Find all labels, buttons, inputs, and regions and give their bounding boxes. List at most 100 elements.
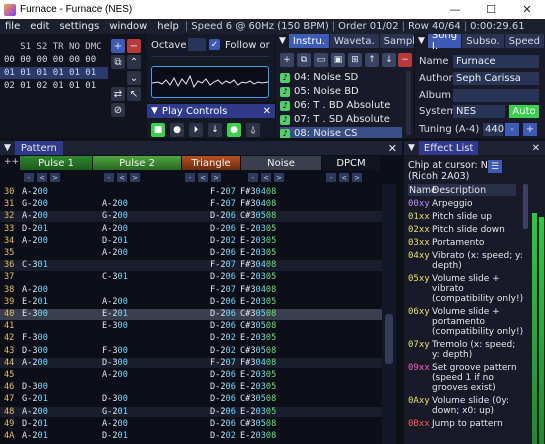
- pattern-cell[interactable]: G-200: [102, 211, 128, 222]
- pattern-row[interactable]: 37 C-301 D-206 E-20305: [0, 272, 382, 283]
- fewer-effects-button[interactable]: <: [198, 173, 208, 182]
- pattern-cell[interactable]: D-202: [210, 333, 236, 344]
- pattern-cell[interactable]: G-201: [102, 407, 128, 418]
- pattern-cell[interactable]: F#30408: [240, 358, 276, 369]
- pattern-cell[interactable]: E-20305: [240, 407, 276, 418]
- tab-samples[interactable]: Sampl.: [379, 34, 414, 48]
- order-cursor-icon[interactable]: ↖: [127, 87, 141, 101]
- pattern-cell[interactable]: A-200: [22, 211, 48, 222]
- collapse-channel-button[interactable]: -: [185, 173, 195, 182]
- step-one-row-icon[interactable]: ⏵: [189, 123, 203, 137]
- pattern-cell[interactable]: D-202: [210, 431, 236, 442]
- pattern-cell[interactable]: A-200: [22, 187, 48, 198]
- collapse-channel-button[interactable]: -: [104, 173, 114, 182]
- save-instrument-icon[interactable]: ▣: [331, 53, 345, 67]
- instrument-scrollbar[interactable]: [406, 71, 411, 135]
- octave-input[interactable]: [188, 38, 206, 51]
- pattern-row[interactable]: 4A A-201 D-201 D-202 E-20308: [0, 431, 382, 442]
- channel-header-pulse1[interactable]: Pulse 1: [20, 156, 92, 170]
- move-order-down-icon[interactable]: ⌄: [127, 71, 141, 85]
- move-instrument-down-icon[interactable]: ↓: [382, 53, 396, 67]
- system-field[interactable]: NES: [453, 105, 505, 118]
- pattern-cell[interactable]: E-201: [102, 309, 128, 320]
- instrument-item[interactable]: ♪ 08: Noise CS: [280, 127, 402, 138]
- pattern-cell[interactable]: D-201: [22, 419, 48, 430]
- shuffle-order-icon[interactable]: ⇄: [111, 87, 125, 101]
- effect-list-scrollbar[interactable]: [523, 184, 528, 229]
- channel-header-noise[interactable]: Noise: [241, 156, 321, 170]
- channel-header-triangle[interactable]: Triangle: [182, 156, 240, 170]
- pattern-cell[interactable]: F-207: [210, 285, 236, 296]
- close-pattern-button[interactable]: ✕: [388, 142, 402, 155]
- pattern-row[interactable]: 41 E-300 D-206 C#30508: [0, 321, 382, 332]
- pattern-cell[interactable]: D-300: [22, 346, 48, 357]
- channel-header-pulse2[interactable]: Pulse 2: [93, 156, 181, 170]
- remove-order-button[interactable]: −: [127, 39, 141, 53]
- pattern-scrollbar[interactable]: [382, 184, 396, 444]
- pattern-cell[interactable]: D-300: [22, 382, 48, 393]
- pattern-cell[interactable]: A-200: [22, 358, 48, 369]
- pattern-cell[interactable]: E-20305: [240, 224, 276, 235]
- song-name-field[interactable]: Furnace: [453, 55, 539, 68]
- instrument-tree-icon[interactable]: ⊞: [348, 53, 362, 67]
- menu-file[interactable]: file: [0, 21, 25, 32]
- pattern-cell[interactable]: D-206: [210, 394, 236, 405]
- order-row[interactable]: 00 00 00 00 00 00: [0, 54, 108, 66]
- pattern-cell[interactable]: E-20308: [240, 431, 276, 442]
- pattern-row[interactable]: 39 E-201 A-200 D-206 E-20305: [0, 297, 382, 308]
- pattern-row[interactable]: 42 F-300 D-202 E-20305: [0, 333, 382, 344]
- pattern-cell[interactable]: D-206: [210, 297, 236, 308]
- order-edit-mode-icon[interactable]: ⊘: [111, 103, 125, 117]
- pattern-cell[interactable]: E-20305: [240, 382, 276, 393]
- pattern-cell[interactable]: A-200: [22, 407, 48, 418]
- pattern-cell[interactable]: D-300: [102, 394, 128, 405]
- collapse-arrow-icon[interactable]: ▼: [276, 34, 289, 48]
- pattern-cell[interactable]: A-200: [102, 370, 128, 381]
- pattern-cell[interactable]: F-300: [102, 346, 128, 357]
- pattern-cell[interactable]: D-201: [102, 431, 128, 442]
- fewer-effects-button[interactable]: <: [37, 173, 47, 182]
- pattern-row[interactable]: 36 C-301 F-207 F#30408: [0, 260, 382, 271]
- collapse-channel-button[interactable]: -: [24, 173, 34, 182]
- pattern-cell[interactable]: A-200: [22, 236, 48, 247]
- pattern-cell[interactable]: D-300: [102, 358, 128, 369]
- pattern-row[interactable]: 47 G-201 D-300 D-206 C#30508: [0, 394, 382, 405]
- pattern-cell[interactable]: C#30508: [240, 419, 276, 430]
- collapse-channel-button[interactable]: -: [326, 173, 336, 182]
- tab-wavetables[interactable]: Waveta.: [329, 34, 379, 48]
- pattern-cell[interactable]: D-202: [210, 236, 236, 247]
- pattern-cell[interactable]: C-301: [102, 272, 128, 283]
- pattern-cell[interactable]: F#30408: [240, 260, 276, 271]
- metronome-icon[interactable]: ⍙: [246, 123, 260, 137]
- collapse-arrow-icon[interactable]: ▼: [404, 143, 419, 153]
- instrument-item[interactable]: ♪ 07: T . SD Absolute: [280, 113, 402, 126]
- pattern-row[interactable]: 31 G-200 A-200 F-207 F#30408: [0, 199, 382, 210]
- pattern-cell[interactable]: D-206: [210, 370, 236, 381]
- pattern-cell[interactable]: A-201: [22, 431, 48, 442]
- pattern-row[interactable]: 46 D-300 D-206 E-20305: [0, 382, 382, 393]
- tuning-input[interactable]: 440: [483, 123, 504, 136]
- pattern-cell[interactable]: E-20305: [240, 236, 276, 247]
- pattern-row[interactable]: 30 A-200 F-207 F#30408: [0, 187, 382, 198]
- pattern-cell[interactable]: A-200: [102, 248, 128, 259]
- tab-instruments[interactable]: Instru.: [288, 34, 329, 48]
- collapse-arrow-icon[interactable]: ▼: [147, 106, 162, 116]
- author-field[interactable]: Seph Carissa: [453, 72, 539, 85]
- pattern-cell[interactable]: A-200: [102, 297, 128, 308]
- pattern-cell[interactable]: A-200: [22, 285, 48, 296]
- effect-filter-menu-icon[interactable]: ☰: [488, 160, 502, 173]
- edit-mode-icon[interactable]: ●: [227, 123, 241, 137]
- instrument-item[interactable]: ♪ 05: Noise BD: [280, 85, 402, 98]
- fewer-effects-button[interactable]: <: [117, 173, 127, 182]
- pattern-cell[interactable]: F-207: [210, 187, 236, 198]
- pattern-row[interactable]: 40 E-300 E-201 D-206 C#30508: [0, 309, 382, 320]
- duplicate-order-icon[interactable]: ⧉: [111, 55, 125, 69]
- tab-song-info[interactable]: Song I.: [427, 34, 462, 52]
- pattern-cell[interactable]: D-201: [102, 236, 128, 247]
- order-row[interactable]: 02 01 02 01 01 01: [0, 80, 108, 92]
- pattern-row[interactable]: 35 A-200 D-206 E-20305: [0, 248, 382, 259]
- menu-help[interactable]: help: [152, 21, 184, 32]
- add-order-button[interactable]: +: [111, 39, 125, 53]
- pattern-cell[interactable]: F-207: [210, 260, 236, 271]
- pattern-cell[interactable]: G-201: [22, 394, 48, 405]
